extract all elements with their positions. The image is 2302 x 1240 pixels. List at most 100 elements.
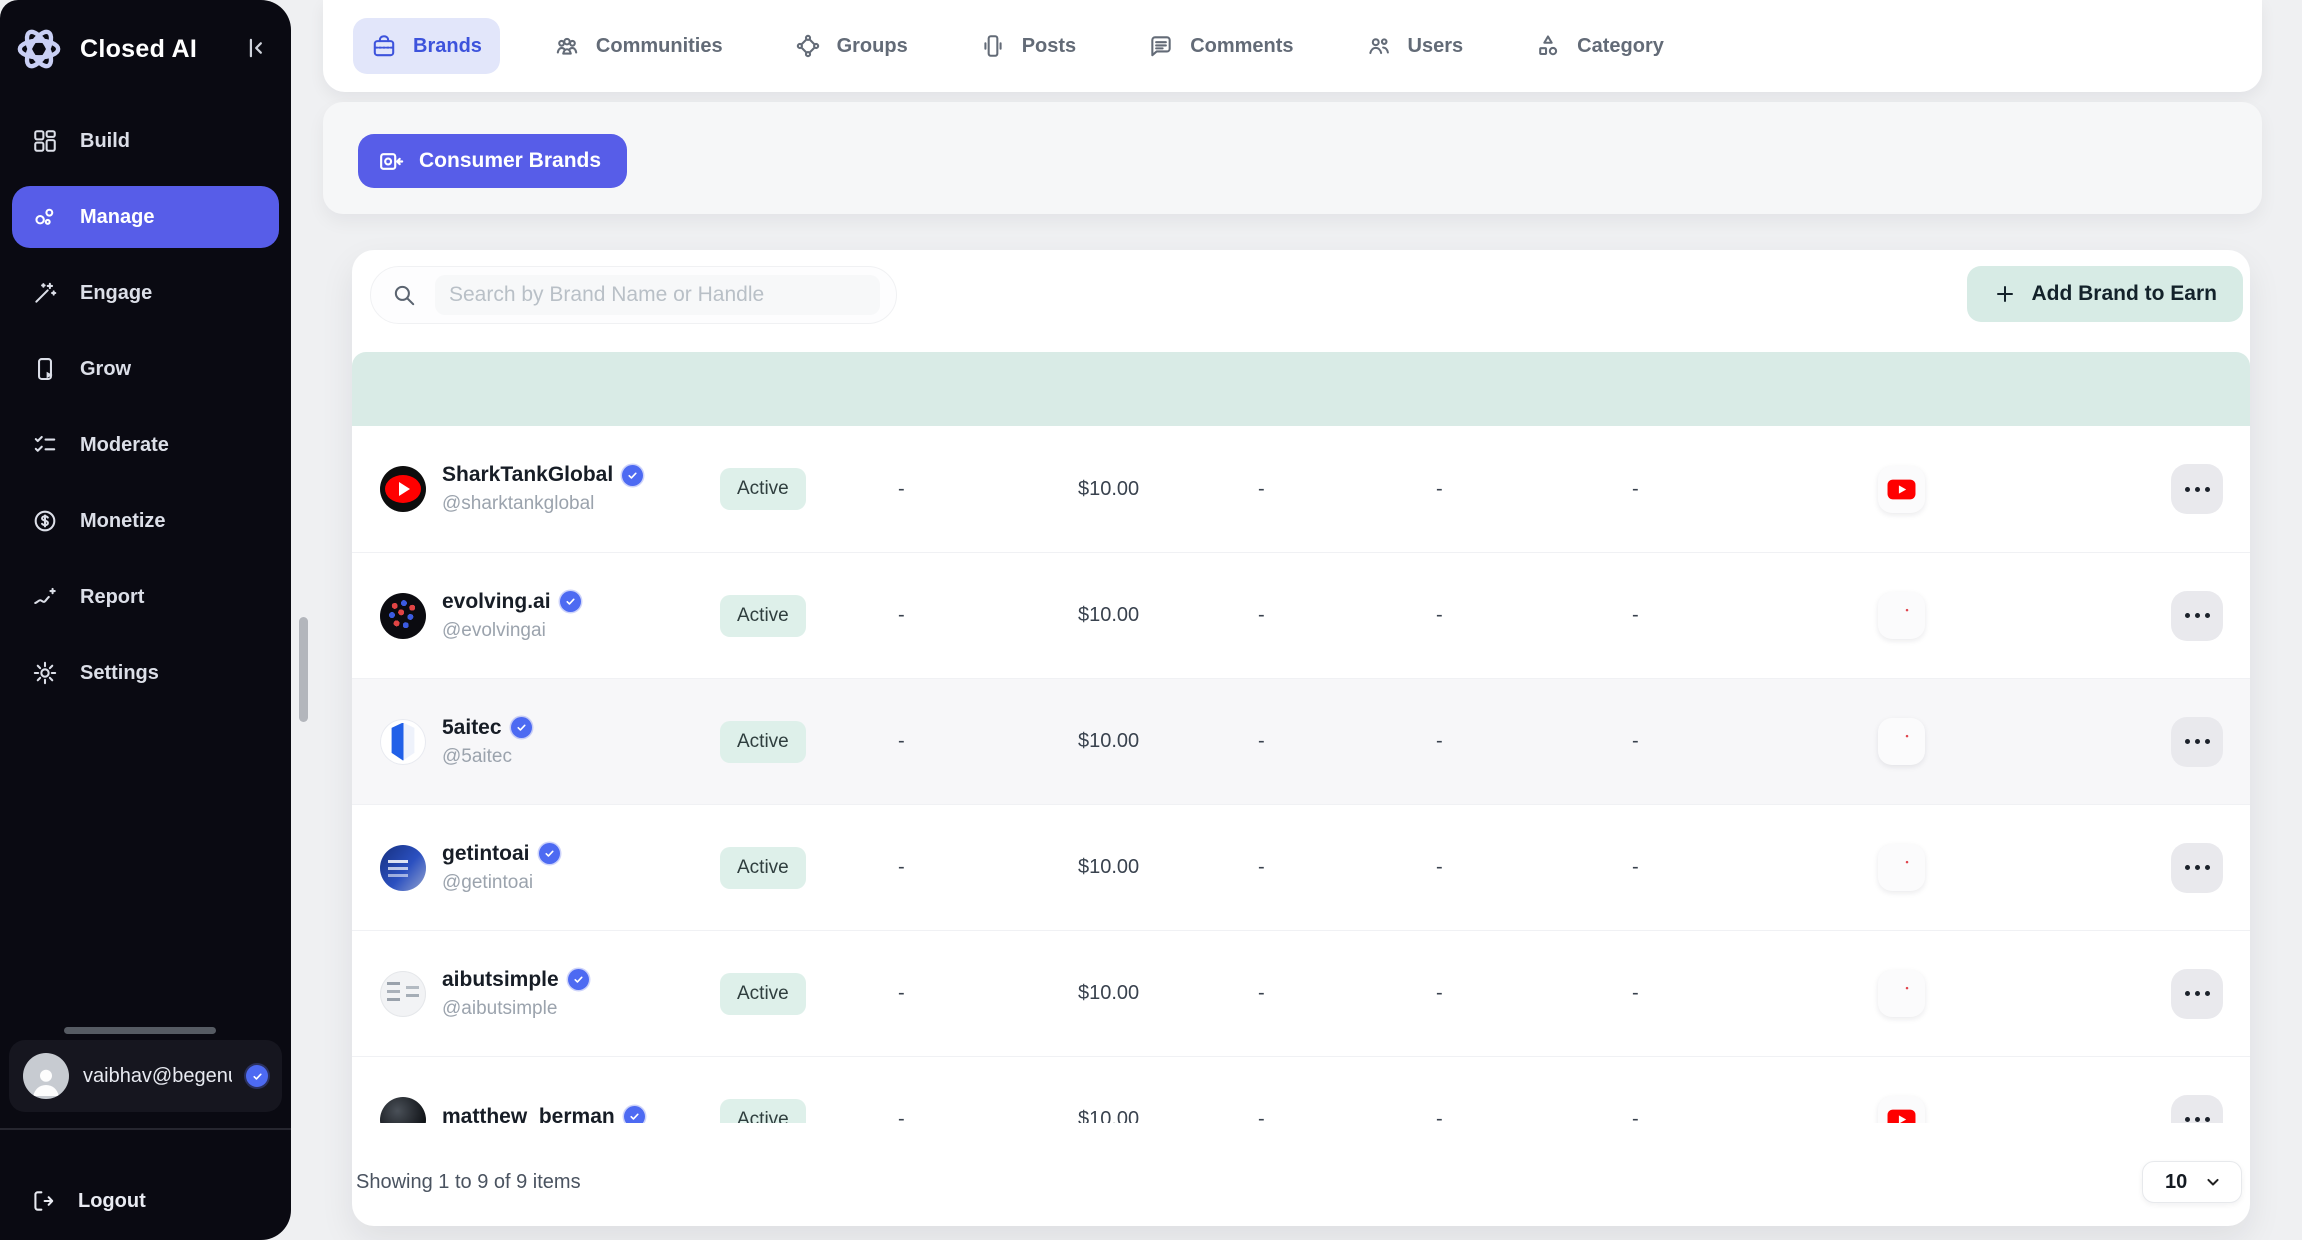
table-row[interactable]: 5aitec @5aitec Active - $10.00 - - -	[352, 678, 2250, 804]
sidebar-item-label: Grow	[80, 358, 131, 381]
brand-cell: matthew_berman	[352, 1097, 708, 1124]
avg-views-value: -	[1622, 604, 1852, 627]
brand-meta: 5aitec @5aitec	[442, 716, 532, 768]
actions-cell	[2144, 591, 2250, 641]
actions-cell	[2144, 969, 2250, 1019]
instagram-icon[interactable]	[1878, 592, 1925, 639]
table-row[interactable]: getintoai @getintoai Active - $10.00 - -…	[352, 804, 2250, 930]
earnings-value: -	[888, 856, 1068, 879]
row-actions-button[interactable]	[2171, 1095, 2223, 1124]
table-row[interactable]: evolving.ai @evolvingai Active - $10.00 …	[352, 552, 2250, 678]
add-brand-label: Add Brand to Earn	[2031, 282, 2217, 306]
tab[interactable]: Users	[1348, 18, 1482, 74]
sidebar-item[interactable]: Moderate	[12, 414, 279, 476]
status-cell: Active	[708, 721, 888, 763]
youtube-icon[interactable]	[1878, 466, 1925, 513]
tab[interactable]: Communities	[536, 18, 741, 74]
actions-cell	[2144, 843, 2250, 893]
consumer-brands-label: Consumer Brands	[419, 149, 601, 173]
tab-label: Category	[1577, 35, 1664, 58]
youtube-icon[interactable]	[1878, 1096, 1925, 1123]
brand-avatar	[380, 719, 426, 765]
brand-cell: aibutsimple @aibutsimple	[352, 968, 708, 1020]
sidebar-collapse-button[interactable]	[239, 32, 271, 67]
tab[interactable]: Groups	[777, 18, 926, 74]
total-views-value: -	[1248, 856, 1426, 879]
row-actions-button[interactable]	[2171, 843, 2223, 893]
sidebar: Closed AI Build Manage Engage Grow	[0, 0, 291, 1240]
total-views-value: -	[1248, 982, 1426, 1005]
tab[interactable]: Posts	[962, 18, 1094, 74]
search-icon	[391, 282, 417, 308]
sidebar-item[interactable]: Monetize	[12, 490, 279, 552]
sidebar-item[interactable]: Grow	[12, 338, 279, 400]
user-card[interactable]: vaibhav@begenu...	[9, 1040, 282, 1112]
instagram-icon[interactable]	[1878, 844, 1925, 891]
brands-panel: Add Brand to Earn SharkTankGlobal @shark…	[352, 250, 2250, 1226]
brand-meta: evolving.ai @evolvingai	[442, 590, 581, 642]
tab-icon	[554, 33, 580, 59]
row-actions-button[interactable]	[2171, 969, 2223, 1019]
actions-cell	[2144, 1095, 2250, 1124]
brand-cell: evolving.ai @evolvingai	[352, 590, 708, 642]
status-cell: Active	[708, 847, 888, 889]
search-box[interactable]	[370, 266, 897, 324]
brand-cell: 5aitec @5aitec	[352, 716, 708, 768]
status-cell: Active	[708, 595, 888, 637]
brand-handle: @sharktankglobal	[442, 493, 643, 515]
earnings-value: -	[888, 604, 1068, 627]
avg-views-value: -	[1622, 730, 1852, 753]
brand-name: 5aitec	[442, 716, 502, 740]
table-toolbar: Add Brand to Earn	[352, 266, 2250, 324]
sidebar-divider	[0, 1128, 291, 1130]
instagram-icon[interactable]	[1878, 970, 1925, 1017]
page-size-value: 10	[2165, 1171, 2187, 1194]
verified-badge-icon	[246, 1065, 268, 1087]
search-input[interactable]	[435, 275, 880, 315]
page-scrollbar[interactable]	[299, 617, 308, 722]
tab[interactable]: Comments	[1130, 18, 1311, 74]
row-actions-button[interactable]	[2171, 591, 2223, 641]
sidebar-item-icon	[32, 280, 58, 306]
actions-cell	[2144, 717, 2250, 767]
sidebar-item[interactable]: Report	[12, 566, 279, 628]
consumer-brands-button[interactable]: Consumer Brands	[358, 134, 627, 188]
sidebar-item[interactable]: Manage	[12, 186, 279, 248]
tab[interactable]: Brands	[353, 18, 500, 74]
brand-avatar	[380, 845, 426, 891]
tab-icon	[980, 33, 1006, 59]
status-cell: Active	[708, 1099, 888, 1124]
page-size-select[interactable]: 10	[2142, 1161, 2242, 1203]
status-badge: Active	[720, 1099, 806, 1124]
tab-icon	[1148, 33, 1174, 59]
verified-badge-icon	[624, 1106, 645, 1123]
sidebar-item[interactable]: Build	[12, 110, 279, 172]
table-header	[352, 352, 2250, 426]
row-actions-button[interactable]	[2171, 464, 2223, 514]
brand-name: aibutsimple	[442, 968, 559, 992]
verified-badge-icon	[568, 969, 589, 990]
unique-viewers-value: -	[1426, 604, 1622, 627]
sidebar-horizontal-scrollbar[interactable]	[64, 1027, 216, 1034]
user-email: vaibhav@begenu...	[83, 1065, 232, 1088]
instagram-icon[interactable]	[1878, 718, 1925, 765]
integrated-socials-cell	[1852, 718, 2144, 765]
filter-band: Consumer Brands	[323, 102, 2262, 214]
add-brand-button[interactable]: Add Brand to Earn	[1967, 266, 2243, 322]
sidebar-item[interactable]: Settings	[12, 642, 279, 704]
brand-meta: getintoai @getintoai	[442, 842, 560, 894]
verified-badge-icon	[511, 717, 532, 738]
app-logo-icon	[14, 24, 64, 74]
table-row[interactable]: aibutsimple @aibutsimple Active - $10.00…	[352, 930, 2250, 1056]
cpm-value: $10.00	[1068, 982, 1248, 1005]
tab-label: Posts	[1022, 35, 1076, 58]
table-row[interactable]: SharkTankGlobal @sharktankglobal Active …	[352, 426, 2250, 552]
sidebar-item-icon	[32, 584, 58, 610]
logo-row: Closed AI	[0, 0, 291, 82]
logout-button[interactable]: Logout	[30, 1188, 146, 1214]
table-row[interactable]: matthew_berman Active - $10.00 - - -	[352, 1056, 2250, 1123]
row-actions-button[interactable]	[2171, 717, 2223, 767]
sidebar-item[interactable]: Engage	[12, 262, 279, 324]
sidebar-item-label: Engage	[80, 282, 152, 305]
tab[interactable]: Category	[1517, 18, 1682, 74]
